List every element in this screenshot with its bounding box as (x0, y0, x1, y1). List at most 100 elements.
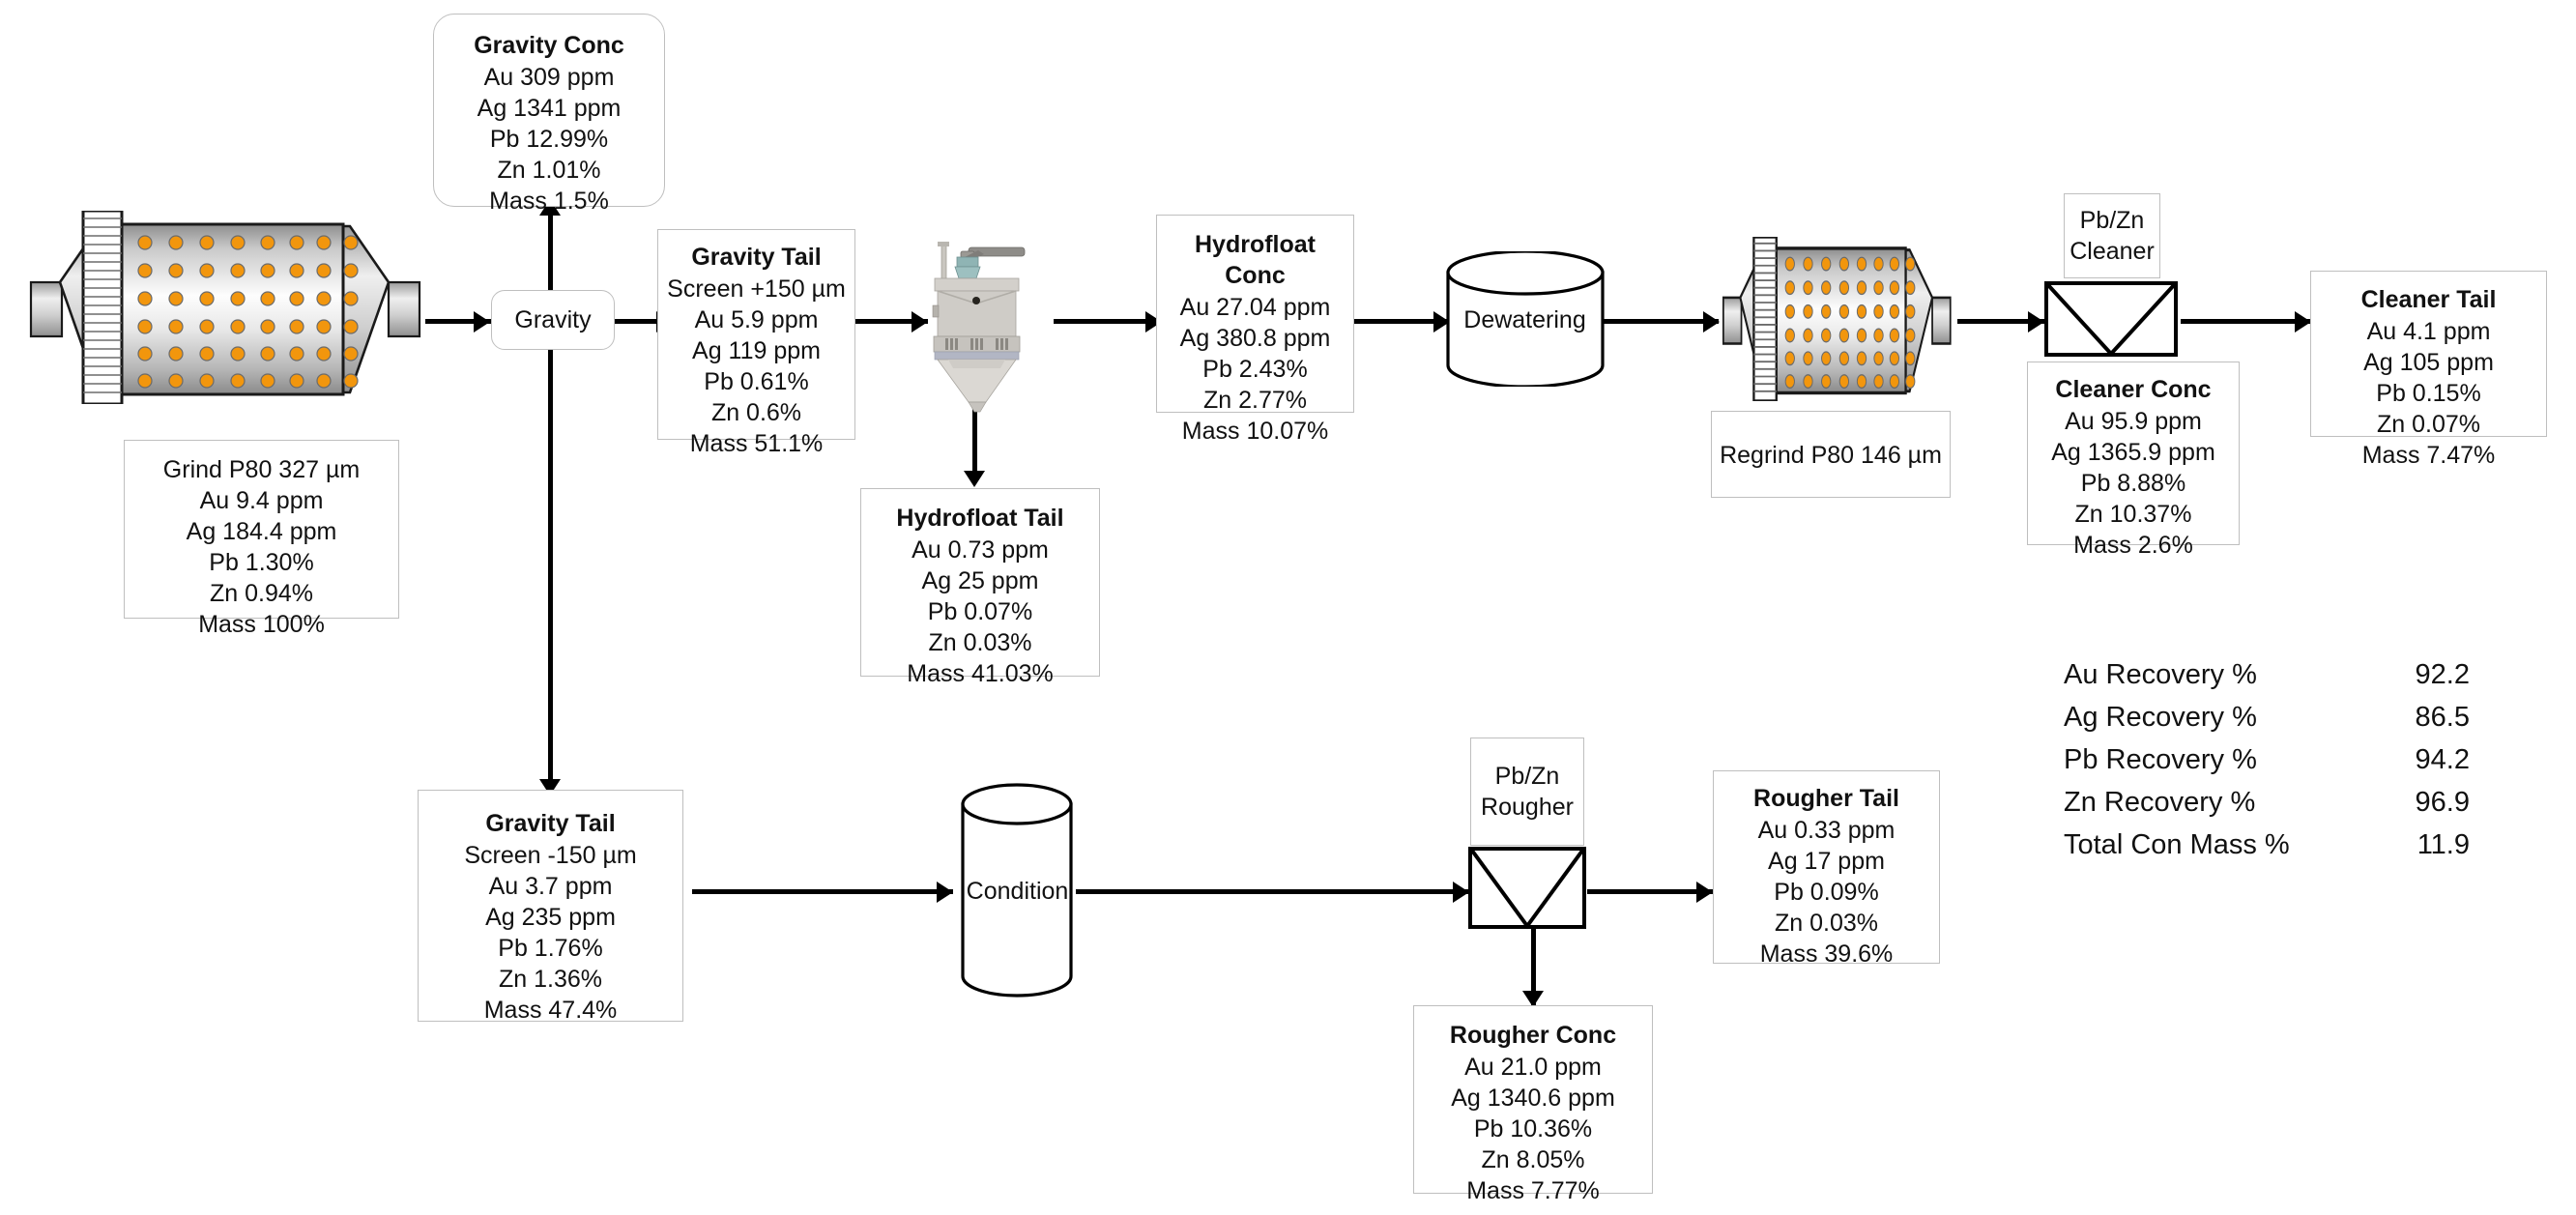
flow-cleaner-to-cleaner-tail (2181, 319, 2311, 324)
rougher-conc-title: Rougher Conc (1449, 1022, 1617, 1049)
pbzn-rougher-cell-svg (1468, 847, 1586, 930)
recovery-label-ag: Ag Recovery % (2064, 702, 2257, 733)
hydrofloat-conc-line-0: Au 27.04 ppm (1179, 294, 1331, 321)
hydrofloat-tail-title: Hydrofloat Tail (896, 505, 1064, 532)
cleaner-conc-line-1: Ag 1365.9 ppm (2051, 439, 2215, 466)
hydrofloat-tail-line-0: Au 0.73 ppm (912, 536, 1049, 564)
gravity-tail-minus150-line-1: Au 3.7 ppm (488, 873, 613, 900)
cleaner-conc-line-2: Pb 8.88% (2080, 470, 2186, 497)
arrow-rougher-to-rougher-tail (1696, 882, 1713, 903)
hydrofloat-conc-line-3: Zn 2.77% (1202, 387, 1307, 414)
gravity-tail-minus150-line-0: Screen -150 µm (464, 842, 637, 869)
gravity-tail-minus150-line-4: Zn 1.36% (498, 966, 602, 993)
hydrofloat-conc-title: Hydrofloat Conc (1195, 231, 1316, 289)
gravity-tail-minus150-line-3: Pb 1.76% (498, 935, 603, 962)
stream-box-hydrofloat-conc[interactable]: Hydrofloat Conc Au 27.04 ppm Ag 380.8 pp… (1156, 215, 1354, 445)
hydrofloat-tail-line-2: Pb 0.07% (927, 598, 1033, 625)
flow-dewatering-to-regrind (1603, 319, 1719, 324)
arrow-hydrofloat-to-hydrofloat-tail (964, 471, 985, 487)
hydrofloat-conc-line-2: Pb 2.43% (1202, 356, 1308, 383)
recovery-row-total-con-mass: Total Con Mass % 11.9 (2064, 829, 2470, 872)
stream-box-hydrofloat-tail[interactable]: Hydrofloat Tail Au 0.73 ppm Ag 25 ppm Pb… (860, 488, 1100, 687)
grind-feed-line-0: Grind P80 327 µm (162, 456, 361, 483)
stream-box-cleaner-tail[interactable]: Cleaner Tail Au 4.1 ppm Ag 105 ppm Pb 0.… (2310, 271, 2547, 469)
gravity-conc-line-2: Pb 12.99% (489, 126, 609, 153)
gravity-tail-plus150-line-3: Pb 0.61% (704, 368, 809, 395)
grind-feed-line-4: Zn 0.94% (209, 580, 313, 607)
gravity-tail-plus150-line-5: Mass 51.1% (689, 430, 824, 457)
stream-box-regrind[interactable]: Regrind P80 146 µm (1711, 411, 1951, 498)
gravity-conc-line-3: Zn 1.01% (497, 157, 601, 184)
grinding-mill-svg (29, 209, 421, 406)
gravity-conc-line-4: Mass 1.5% (489, 188, 609, 215)
regrind-line-0: Regrind P80 146 µm (1720, 442, 1942, 469)
regrind-mill-icon (1711, 235, 1962, 403)
flow-gravity-tail-minus-to-condition (692, 889, 953, 894)
pbzn-cleaner-label-box[interactable]: Pb/Zn Cleaner (2064, 193, 2160, 278)
flow-condition-to-rougher (1076, 889, 1469, 894)
cleaner-tail-line-4: Mass 7.47% (2361, 442, 2496, 469)
gravity-unit-box[interactable]: Gravity (491, 290, 615, 350)
gravity-conc-line-0: Au 309 ppm (483, 64, 615, 91)
rougher-tail-title: Rougher Tail (1753, 785, 1899, 812)
hydrofloat-tail-line-4: Mass 41.03% (907, 660, 1054, 687)
gravity-tail-plus150-line-0: Screen +150 µm (667, 275, 846, 303)
pbzn-cleaner-cell-svg (2044, 281, 2178, 357)
regrind-mill-svg (1722, 235, 1952, 403)
rougher-tail-line-2: Pb 0.09% (1774, 879, 1879, 906)
stream-box-rougher-tail[interactable]: Rougher Tail Au 0.33 ppm Ag 17 ppm Pb 0.… (1713, 770, 1940, 968)
flowsheet-canvas: Dewatering Condition Gravity Pb/Zn Clean… (0, 0, 2576, 1215)
stream-box-gravity-tail-plus150[interactable]: Gravity Tail Screen +150 µm Au 5.9 ppm A… (657, 229, 855, 457)
gravity-tail-minus150-line-2: Ag 235 ppm (485, 904, 616, 931)
stream-box-rougher-conc[interactable]: Rougher Conc Au 21.0 ppm Ag 1340.6 ppm P… (1413, 1005, 1653, 1204)
recovery-label-total-con-mass: Total Con Mass % (2064, 829, 2290, 860)
cleaner-conc-title: Cleaner Conc (2055, 376, 2212, 403)
rougher-conc-line-4: Mass 7.77% (1466, 1177, 1600, 1204)
grind-feed-line-1: Au 9.4 ppm (199, 487, 324, 514)
recovery-label-zn: Zn Recovery % (2064, 787, 2256, 818)
pbzn-cleaner-line2: Cleaner (2069, 238, 2155, 265)
rougher-conc-line-0: Au 21.0 ppm (1464, 1054, 1602, 1081)
recovery-row-pb: Pb Recovery % 94.2 (2064, 744, 2470, 787)
rougher-conc-line-1: Ag 1340.6 ppm (1451, 1085, 1615, 1112)
cleaner-tail-line-1: Ag 105 ppm (2363, 349, 2494, 376)
hydrofloat-cell-icon (909, 240, 1039, 414)
cleaner-tail-line-3: Zn 0.07% (2376, 411, 2480, 438)
gravity-conc-line-1: Ag 1341 ppm (477, 95, 622, 122)
stream-box-gravity-conc[interactable]: Gravity Conc Au 309 ppm Ag 1341 ppm Pb 1… (433, 14, 665, 215)
pbzn-cleaner-cell-icon (2043, 280, 2179, 358)
recovery-label-au: Au Recovery % (2064, 659, 2257, 690)
gravity-tail-minus150-title: Gravity Tail (485, 810, 616, 837)
cleaner-conc-line-4: Mass 2.6% (2073, 532, 2193, 559)
rougher-conc-line-2: Pb 10.36% (1473, 1115, 1593, 1143)
cleaner-conc-line-3: Zn 10.37% (2074, 501, 2192, 528)
gravity-tail-plus150-line-4: Zn 0.6% (710, 399, 802, 426)
dewatering-cylinder-icon: Dewatering (1440, 249, 1609, 389)
stream-box-cleaner-conc[interactable]: Cleaner Conc Au 95.9 ppm Ag 1365.9 ppm P… (2027, 362, 2240, 559)
grinding-mill-icon (10, 209, 440, 406)
cleaner-tail-line-2: Pb 0.15% (2376, 380, 2481, 407)
recovery-label-pb: Pb Recovery % (2064, 744, 2257, 775)
arrow-mill-to-gravity (474, 311, 490, 333)
recovery-row-ag: Ag Recovery % 86.5 (2064, 702, 2470, 744)
pbzn-rougher-line2: Rougher (1481, 794, 1574, 821)
cleaner-tail-line-0: Au 4.1 ppm (2366, 318, 2491, 345)
gravity-tail-minus150-line-5: Mass 47.4% (483, 997, 618, 1024)
grind-feed-line-2: Ag 184.4 ppm (186, 518, 337, 545)
recovery-value-pb: 94.2 (2415, 744, 2470, 775)
stream-box-grind-feed[interactable]: Grind P80 327 µm Au 9.4 ppm Ag 184.4 ppm… (124, 440, 399, 638)
dewatering-label: Dewatering (1463, 306, 1586, 333)
condition-label: Condition (966, 878, 1069, 905)
arrow-gravity-tail-minus-to-condition (937, 882, 953, 903)
stream-box-gravity-tail-minus150[interactable]: Gravity Tail Screen -150 µm Au 3.7 ppm A… (418, 790, 683, 1024)
pbzn-cleaner-line1: Pb/Zn (2079, 206, 2145, 234)
pbzn-rougher-label-box[interactable]: Pb/Zn Rougher (1470, 738, 1584, 846)
recovery-value-au: 92.2 (2415, 659, 2470, 690)
rougher-tail-line-0: Au 0.33 ppm (1757, 817, 1896, 844)
condition-cylinder-icon: Condition (957, 783, 1078, 1000)
hydrofloat-conc-line-4: Mass 10.07% (1181, 418, 1329, 445)
flow-hydrofloat-to-hydrofloat-conc (1054, 319, 1160, 324)
rougher-tail-line-3: Zn 0.03% (1774, 910, 1878, 937)
grind-feed-line-3: Pb 1.30% (209, 549, 314, 576)
recovery-row-au: Au Recovery % 92.2 (2064, 659, 2470, 702)
